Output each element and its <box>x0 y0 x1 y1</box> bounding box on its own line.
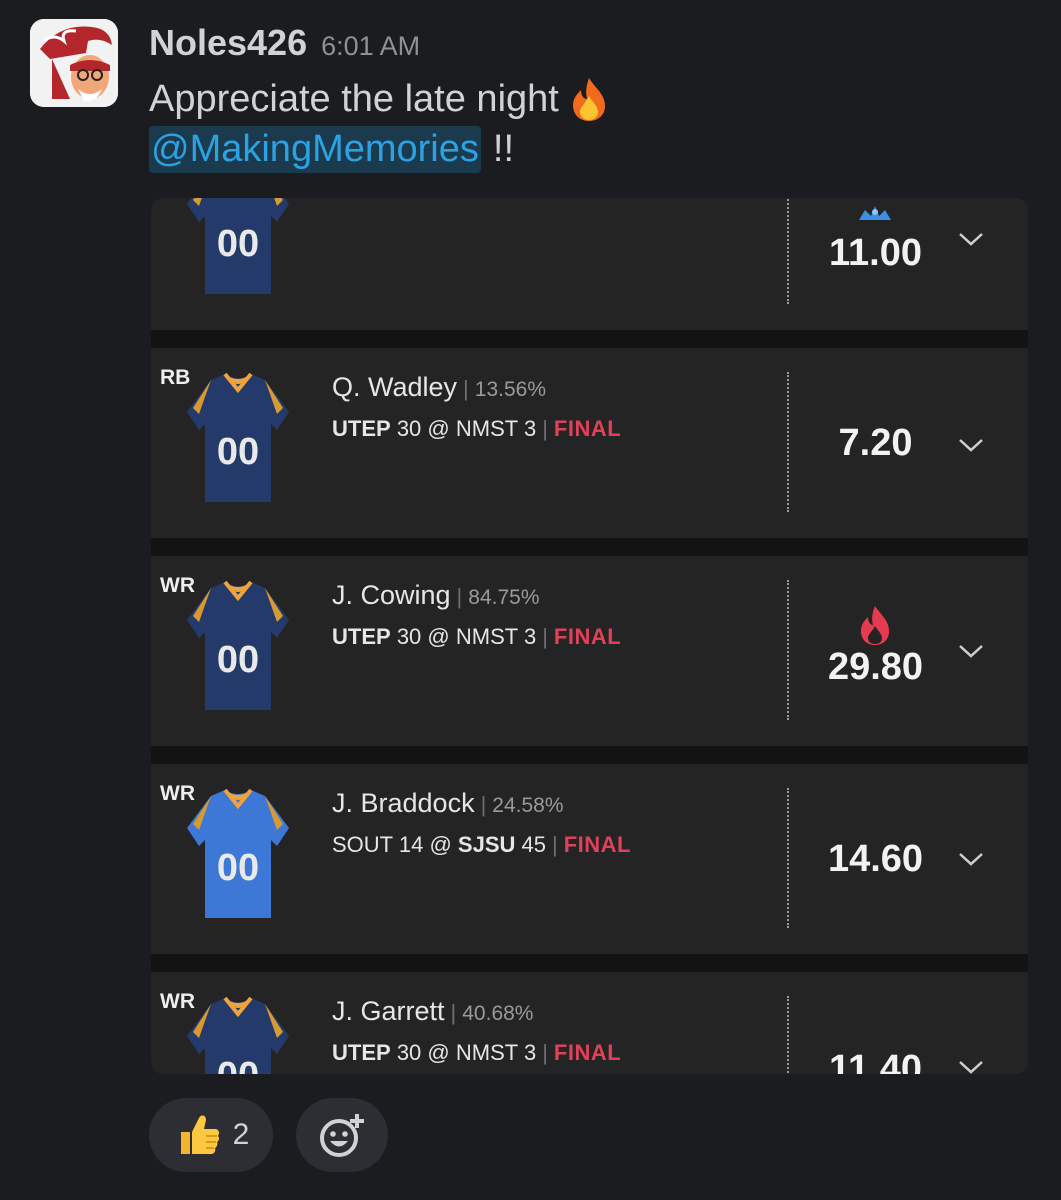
jersey-number: 00 <box>217 639 259 681</box>
lineup-row[interactable]: 00UTEP 30 @ NMST 3|FINAL11.00 <box>151 198 1028 330</box>
at-symbol: @ <box>429 832 452 857</box>
chevron-down-icon[interactable] <box>956 848 986 870</box>
message-text: Appreciate the late night <box>149 77 559 120</box>
team-left: UTEP <box>332 624 391 649</box>
team-right-score: 3 <box>523 1040 537 1065</box>
team-left-score: 14 <box>398 832 424 857</box>
add-reaction-button[interactable] <box>296 1098 388 1172</box>
lineup-row[interactable]: WR 00 J. Cowing | 84.75% UTEP 30 @ NMST 3 | FIN… <box>151 556 1028 746</box>
team-left-score: 30 <box>396 416 422 441</box>
fantasy-points: 29.80 <box>827 646 924 688</box>
timestamp[interactable]: 6:01 AM <box>321 31 420 62</box>
game-status-line: UTEP 30 @ NMST 3 | FINAL <box>332 624 621 650</box>
dotted-divider <box>787 788 789 928</box>
team-right: NMST <box>455 416 518 441</box>
team-right: NMST <box>455 1040 518 1065</box>
jersey-icon: 00 <box>181 368 295 508</box>
user-avatar[interactable] <box>30 19 118 107</box>
game-final-status: FINAL <box>563 832 631 857</box>
fantasy-points: 7.20 <box>838 422 913 464</box>
fantasy-points: 11.40 <box>829 1048 922 1074</box>
separator: | <box>542 1040 548 1065</box>
team-right-score: 45 <box>521 832 547 857</box>
fire-icon <box>855 604 895 651</box>
jersey-icon: 00 <box>181 784 295 924</box>
player-name[interactable]: Q. Wadley <box>332 372 457 402</box>
fire-emoji-icon <box>572 78 605 121</box>
reaction-thumbs-up-button[interactable]: 2 <box>149 1098 273 1172</box>
ice-icon <box>855 202 895 229</box>
separator: | <box>450 1000 457 1025</box>
jersey-number: 00 <box>217 847 259 889</box>
player-name[interactable]: J. Garrett <box>332 996 445 1026</box>
separator: | <box>456 584 463 609</box>
team-left-score: 30 <box>396 624 422 649</box>
dotted-divider <box>787 580 789 720</box>
attached-image-lineup[interactable]: 00UTEP 30 @ NMST 3|FINAL11.00RB00Q. Wadl… <box>151 198 1028 1074</box>
fantasy-points: 11.00 <box>829 232 922 274</box>
fantasy-points: 14.60 <box>827 838 924 880</box>
player-name[interactable]: J. Cowing <box>332 580 451 610</box>
lineup-row[interactable]: WR00J. Garrett|40.68%UTEP 30 @ NMST 3|FI… <box>151 972 1028 1074</box>
game-final-status: FINAL <box>553 624 622 649</box>
at-symbol: @ <box>427 1040 450 1065</box>
separator: | <box>480 792 487 817</box>
game-status-line: UTEP 30 @ NMST 3 | FINAL <box>332 1040 621 1066</box>
message-text-line: Appreciate the late night <box>149 76 609 122</box>
thumbs-up-emoji-icon <box>180 1115 219 1154</box>
player-name-line: J. Garrett | 40.68% <box>332 996 533 1027</box>
dotted-divider <box>787 996 789 1074</box>
player-name-line: J. Cowing | 84.75% <box>332 580 540 611</box>
add-reaction-icon <box>320 1114 364 1157</box>
ownership-percent: 13.56% <box>474 378 546 401</box>
player-name-line: J. Braddock | 24.58% <box>332 788 564 819</box>
chevron-down-icon[interactable] <box>956 1056 986 1074</box>
message-text-line: @MakingMemories !! <box>149 126 514 173</box>
chevron-down-icon[interactable] <box>956 640 986 662</box>
separator: | <box>552 832 558 857</box>
jersey-icon: 00 <box>181 992 295 1074</box>
separator: | <box>542 624 548 649</box>
avatar-image <box>30 19 118 107</box>
dotted-divider <box>787 372 789 512</box>
game-final-status: FINAL <box>553 1040 622 1065</box>
separator: | <box>542 416 548 441</box>
team-right-score: 3 <box>523 624 537 649</box>
reaction-count: 2 <box>232 1118 250 1151</box>
chevron-down-icon[interactable] <box>956 434 986 456</box>
team-left: UTEP <box>332 416 391 441</box>
ownership-percent: 24.58% <box>492 794 564 817</box>
player-name-line: Q. Wadley | 13.56% <box>332 372 546 403</box>
player-name[interactable]: J. Braddock <box>332 788 475 818</box>
dotted-divider <box>787 198 789 304</box>
ownership-percent: 84.75% <box>468 586 540 609</box>
ownership-percent: 40.68% <box>462 1002 534 1025</box>
lineup-row[interactable]: RB 00 Q. Wadley | 13.56% UTEP 30 @ NMST 3 | FIN… <box>151 348 1028 538</box>
jersey-number: 00 <box>217 223 259 265</box>
jersey-icon: 00 <box>181 198 295 300</box>
lineup-row[interactable]: WR 00 J. Braddock | 24.58% SOUT 14 @ SJSU 45 |… <box>151 764 1028 954</box>
separator: | <box>463 376 469 401</box>
at-symbol: @ <box>427 624 450 649</box>
team-left: SOUT <box>332 832 393 857</box>
game-status-line: SOUT 14 @ SJSU 45 | FINAL <box>332 832 631 858</box>
team-right: SJSU <box>457 832 516 857</box>
user-mention-link[interactable]: @MakingMemories <box>149 126 481 173</box>
jersey-number: 00 <box>217 431 259 473</box>
message-header: Noles426 6:01 AM <box>149 22 420 66</box>
message-text: !! <box>492 128 515 170</box>
team-right-score: 3 <box>523 416 537 441</box>
username[interactable]: Noles426 <box>149 22 307 64</box>
team-left: UTEP <box>332 1040 391 1065</box>
team-left-score: 30 <box>396 1040 422 1065</box>
team-right: NMST <box>455 624 518 649</box>
chevron-down-icon[interactable] <box>956 228 986 250</box>
game-final-status: FINAL <box>553 416 622 441</box>
game-status-line: UTEP 30 @ NMST 3 | FINAL <box>332 416 621 442</box>
at-symbol: @ <box>427 416 450 441</box>
jersey-number: 00 <box>217 1055 259 1074</box>
jersey-icon: 00 <box>181 576 295 716</box>
